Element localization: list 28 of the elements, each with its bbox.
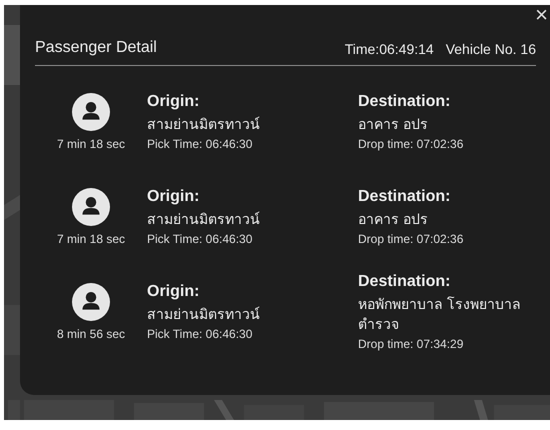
destination-label: Destination: (358, 188, 452, 206)
drop-time: Drop time: 07:34:29 (358, 336, 464, 350)
origin-label: Origin: (147, 188, 200, 206)
destination-name: อาคาร อปร (358, 210, 429, 228)
origin-name: สามย่านมิตรทาวน์ (147, 210, 261, 228)
origin-label: Origin: (147, 282, 200, 300)
person-avatar-icon (72, 188, 110, 226)
trip-duration: 8 min 56 sec (56, 326, 126, 340)
pick-time: Pick Time: 06:46:30 (147, 136, 254, 150)
origin-name: สามย่านมิตรทาวน์ (147, 114, 261, 134)
destination-label: Destination: (358, 92, 452, 110)
destination-name: อาคาร อปร (358, 114, 429, 134)
current-time: Time:06:49:14 (344, 41, 434, 57)
panel-title: Passenger Detail (35, 39, 157, 57)
destination-label: Destination: (358, 272, 452, 290)
person-avatar-icon (72, 92, 110, 130)
destination-name: หอพักพยาบาล โรงพยาบาลตำรวจ (358, 294, 522, 334)
trip-duration: 7 min 18 sec (56, 136, 126, 150)
drop-time: Drop time: 07:02:36 (358, 136, 464, 150)
pick-time: Pick Time: 06:46:30 (147, 232, 254, 246)
vehicle-number: Vehicle No. 16 (446, 41, 536, 57)
person-avatar-icon (72, 282, 110, 320)
origin-label: Origin: (147, 92, 200, 110)
drop-time: Drop time: 07:02:36 (358, 232, 464, 246)
origin-name: สามย่านมิตรทาวน์ (147, 304, 261, 324)
pick-time: Pick Time: 06:46:30 (147, 326, 254, 340)
close-button[interactable]: × (533, 3, 550, 27)
trip-duration: 7 min 18 sec (56, 232, 126, 246)
